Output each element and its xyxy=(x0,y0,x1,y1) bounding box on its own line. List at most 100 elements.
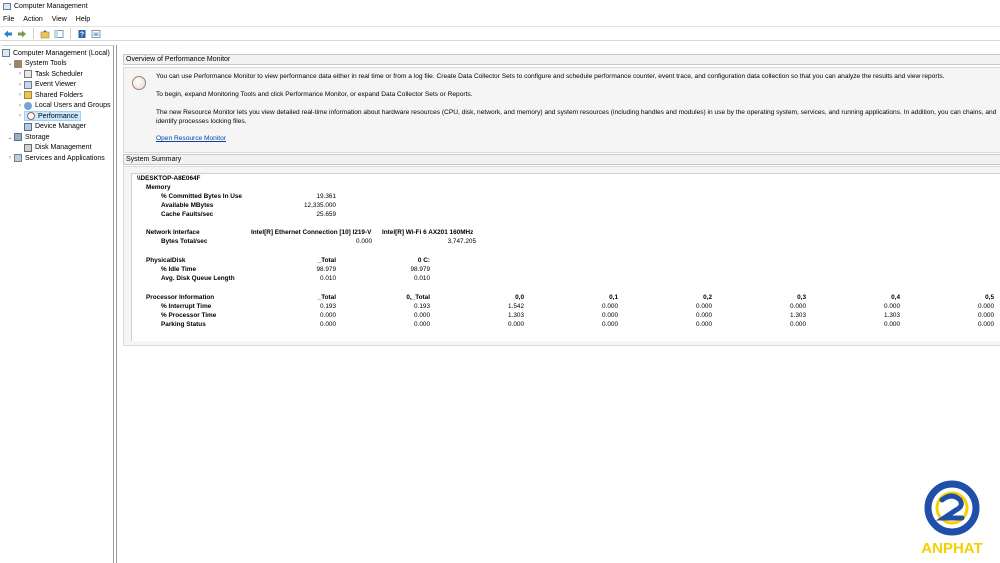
processor-cell-value: 0.000 xyxy=(696,303,712,310)
expand-chevron-icon[interactable]: › xyxy=(16,113,24,119)
selected-performance-item[interactable]: Performance xyxy=(24,111,82,122)
memory-row-value: 19.361 xyxy=(316,193,336,200)
processor-cell-value: 0.000 xyxy=(602,303,618,310)
expand-chevron-icon[interactable]: › xyxy=(16,82,24,88)
disk-management-icon xyxy=(24,143,32,152)
overview-paragraph-2: To begin, expand Monitoring Tools and cl… xyxy=(156,91,473,98)
processor-cell-value: 0.000 xyxy=(790,303,806,310)
collapse-chevron-icon[interactable]: ⌄ xyxy=(6,134,14,141)
processor-cell-value: 0.000 xyxy=(414,321,430,328)
help-icon[interactable]: ? xyxy=(77,29,87,39)
window-title: Computer Management xyxy=(14,3,88,10)
back-arrow-icon[interactable] xyxy=(3,29,13,39)
expand-chevron-icon[interactable]: › xyxy=(6,155,14,161)
processor-cell-value: 0.000 xyxy=(978,303,994,310)
expand-chevron-icon[interactable]: › xyxy=(16,71,24,77)
memory-row-name: Cache Faults/sec xyxy=(161,211,214,218)
disk-row-value: 0.010 xyxy=(320,275,336,282)
disk-row-value: 98.979 xyxy=(410,266,430,273)
disk-label: PhysicalDisk xyxy=(146,257,186,264)
processor-column-header: _Total xyxy=(317,294,336,301)
tree-node-performance[interactable]: › Performance xyxy=(2,111,113,122)
properties-icon[interactable] xyxy=(91,29,101,39)
users-icon xyxy=(24,101,32,110)
menu-help[interactable]: Help xyxy=(76,16,90,23)
processor-cell-value: 1.542 xyxy=(508,303,524,310)
memory-row-value: 25.659 xyxy=(316,211,336,218)
tree-node-computer-management[interactable]: Computer Management (Local) xyxy=(2,48,113,59)
memory-label: Memory xyxy=(146,184,171,191)
main-pane: Overview of Performance Monitor You can … xyxy=(116,45,1000,563)
processor-cell-value: 1.303 xyxy=(884,312,900,319)
device-manager-icon xyxy=(24,122,32,131)
processor-column-header: 0,0 xyxy=(515,294,524,301)
processor-cell-value: 0.000 xyxy=(508,321,524,328)
tools-icon xyxy=(14,59,22,68)
show-hide-console-tree-icon[interactable] xyxy=(54,29,64,39)
system-summary-header[interactable]: System Summary xyxy=(123,154,1000,165)
tree-node-system-tools[interactable]: ⌄ System Tools xyxy=(2,59,113,70)
expand-chevron-icon[interactable]: › xyxy=(16,92,24,98)
disk-row-name: % Idle Time xyxy=(161,266,197,273)
processor-row-name: % Interrupt Time xyxy=(161,303,212,310)
processor-cell-value: 0.000 xyxy=(884,321,900,328)
system-summary-content: \\DESKTOP-A8E064F Memory % Committed Byt… xyxy=(131,173,1000,341)
processor-cell-value: 0.000 xyxy=(696,321,712,328)
processor-row-name: % Processor Time xyxy=(161,312,217,319)
tree-node-local-users-and-groups[interactable]: › Local Users and Groups xyxy=(2,101,113,112)
performance-icon xyxy=(27,112,35,121)
processor-cell-value: 0.000 xyxy=(602,312,618,319)
tree-node-services-and-applications[interactable]: › Services and Applications xyxy=(2,153,113,164)
network-value-wifi: 3,747.205 xyxy=(447,238,476,245)
menu-action[interactable]: Action xyxy=(23,16,42,23)
network-value-ethernet: 0.000 xyxy=(356,238,372,245)
menu-file[interactable]: File xyxy=(3,16,14,23)
tree-node-event-viewer[interactable]: › Event Viewer xyxy=(2,80,113,91)
network-label: Network Interface xyxy=(146,229,200,236)
tree-node-storage[interactable]: ⌄ Storage xyxy=(2,132,113,143)
storage-icon xyxy=(14,133,22,142)
overview-paragraph-3: The new Resource Monitor lets you view d… xyxy=(156,109,997,125)
processor-cell-value: 0.000 xyxy=(884,303,900,310)
toolbar-separator xyxy=(70,28,71,39)
anphat-logo-icon: ANPHAT xyxy=(921,480,983,557)
processor-cell-value: 1.303 xyxy=(508,312,524,319)
processor-cell-value: 0.000 xyxy=(696,312,712,319)
collapse-chevron-icon[interactable]: ⌄ xyxy=(6,60,14,67)
processor-cell-value: 0.000 xyxy=(414,312,430,319)
menu-view[interactable]: View xyxy=(52,16,67,23)
memory-row-value: 12,335.000 xyxy=(304,202,336,209)
processor-column-header: 0,2 xyxy=(703,294,712,301)
tree-node-task-scheduler[interactable]: › Task Scheduler xyxy=(2,69,113,80)
processor-cell-value: 0.000 xyxy=(320,312,336,319)
open-resource-monitor-link[interactable]: Open Resource Monitor xyxy=(156,134,226,143)
forward-arrow-icon[interactable] xyxy=(17,29,27,39)
svg-text:?: ? xyxy=(80,31,84,38)
host-name: \\DESKTOP-A8E064F xyxy=(137,175,201,182)
expand-chevron-icon[interactable]: › xyxy=(16,103,24,109)
processor-label: Processor Information xyxy=(146,294,215,301)
overview-header[interactable]: Overview of Performance Monitor xyxy=(123,54,1000,65)
processor-cell-value: 0.000 xyxy=(602,321,618,328)
processor-column-header: 0,3 xyxy=(797,294,806,301)
tree-node-shared-folders[interactable]: › Shared Folders xyxy=(2,90,113,101)
up-folder-icon[interactable] xyxy=(40,29,50,39)
task-scheduler-icon xyxy=(24,70,32,79)
toolbar-separator xyxy=(33,28,34,39)
processor-column-header: 0,_Total xyxy=(406,294,430,301)
processor-column-header: 0,4 xyxy=(891,294,900,301)
console-tree: Computer Management (Local) ⌄ System Too… xyxy=(2,45,114,563)
overview-panel: You can use Performance Monitor to view … xyxy=(123,67,1000,153)
system-summary-panel: \\DESKTOP-A8E064F Memory % Committed Byt… xyxy=(123,166,1000,346)
computer-icon xyxy=(2,49,10,58)
processor-cell-value: 0.000 xyxy=(320,321,336,328)
memory-row-name: % Committed Bytes In Use xyxy=(161,193,242,200)
processor-cell-value: 0.000 xyxy=(790,321,806,328)
network-column-ethernet: Intel[R] Ethernet Connection [10] I219-V xyxy=(251,229,372,236)
network-column-wifi: Intel[R] Wi-Fi 6 AX201 160MHz xyxy=(382,229,474,236)
tree-node-device-manager[interactable]: Device Manager xyxy=(2,122,113,133)
tree-node-disk-management[interactable]: Disk Management xyxy=(2,143,113,154)
title-bar: Computer Management xyxy=(0,0,1000,13)
services-icon xyxy=(14,154,22,163)
disk-column-c: 0 C: xyxy=(417,257,430,264)
